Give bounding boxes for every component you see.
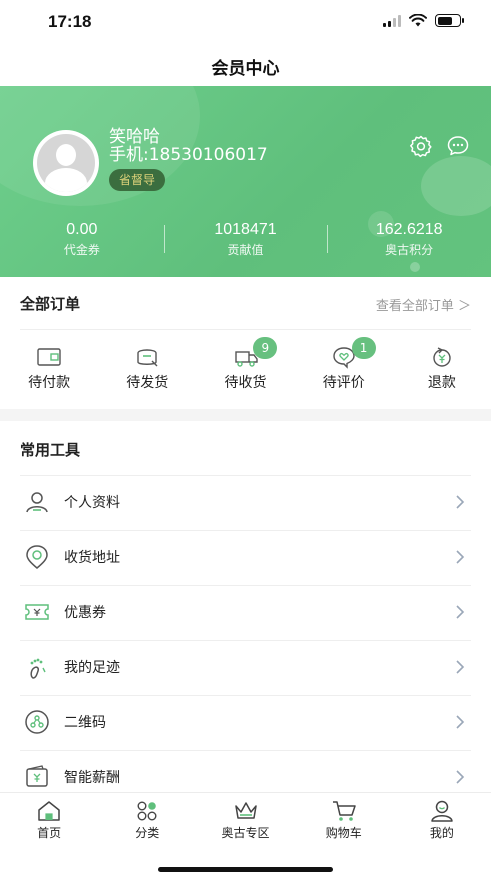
box-icon [137,349,158,367]
chevron-right-icon [456,660,465,674]
cart-icon [332,801,356,821]
stat-voucher[interactable]: 0.00 代金券 [0,219,164,263]
tab-home[interactable]: 首页 [0,793,98,845]
stat-contribution[interactable]: 1018471 贡献值 [163,219,328,263]
tab-category[interactable]: 分类 [98,793,196,845]
order-status-row: 待付款 待发货 待收货 9 待评价 1 退款 [0,337,491,399]
stat-label: 代金券 [63,243,100,257]
tools-title: 常用工具 [20,441,81,459]
stats-row: 0.00 代金券 1018471 贡献值 162.6218 奥古积分 [0,219,491,263]
tab-label: 分类 [135,826,160,840]
nav-bar: 会员中心 [0,46,491,86]
coupon-icon [25,604,49,620]
home-indicator [158,867,333,872]
qrcode-icon [25,710,49,734]
count-badge: 9 [253,337,278,359]
orders-title: 全部订单 [20,295,81,313]
role-badge: 省督导 [109,169,166,191]
stat-value: 0.00 [66,221,98,238]
message-icon[interactable] [446,134,470,158]
tab-mine[interactable]: 我的 [393,793,491,845]
divider [20,329,471,330]
profile-icon [431,800,453,822]
chevron-right-icon [456,715,465,729]
stat-label: 贡献值 [227,243,264,257]
wallet-icon [37,348,61,366]
order-label: 待收货 [224,375,267,391]
tab-label: 我的 [429,826,454,840]
footprint-icon [30,658,46,679]
avatar[interactable] [33,130,99,196]
chevron-right-icon [456,550,465,564]
signal-icon [383,14,401,27]
section-spacer [0,409,491,421]
status-time: 17:18 [48,12,92,31]
tool-row-profile[interactable]: 个人资料 [0,475,491,529]
order-refund[interactable]: 退款 [393,339,491,399]
tab-cart[interactable]: 购物车 [295,793,393,845]
tab-label: 奥古专区 [221,826,270,840]
tool-label: 个人资料 [64,495,120,511]
order-label: 待付款 [28,375,71,391]
tab-label: 购物车 [325,826,362,840]
view-all-orders-link[interactable]: 查看全部订单 ＞ [376,295,471,314]
tool-label: 优惠券 [64,605,106,621]
tool-row-address[interactable]: 收货地址 [0,530,491,584]
decoration-circle [410,262,420,272]
chevron-right-icon [456,605,465,619]
order-label: 待发货 [126,375,169,391]
chevron-right-icon [456,495,465,509]
location-icon [26,545,48,569]
tool-label: 智能薪酬 [64,770,120,786]
tab-label: 首页 [37,826,62,840]
status-icons [383,14,464,27]
tool-label: 收货地址 [64,550,120,566]
category-icon [137,801,157,821]
bottom-tab-bar: 首页 分类 奥古专区 购物车 我的 [0,792,491,877]
tools-section: 常用工具 个人资料 收货地址 优惠券 我的足迹 二维码 智能薪酬 [0,421,491,792]
order-pending-review[interactable]: 待评价 1 [295,337,393,399]
battery-icon [435,14,464,27]
tool-row-qrcode[interactable]: 二维码 [0,695,491,749]
page-title: 会员中心 [211,58,280,79]
member-center-page: 17:18 会员中心 笑哈哈 手机:18530106017 省督导 0.00 代… [0,0,491,877]
refund-icon [433,347,451,367]
order-label: 退款 [427,375,456,391]
tab-aogu-zone[interactable]: 奥古专区 [196,793,294,845]
salary-wallet-icon [26,765,48,787]
tool-row-footprint[interactable]: 我的足迹 [0,640,491,694]
status-bar: 17:18 [0,0,491,46]
home-icon [38,801,60,821]
tool-label: 我的足迹 [64,660,120,676]
tool-label: 二维码 [64,715,106,731]
gear-icon[interactable] [409,134,433,158]
count-badge: 1 [351,337,376,359]
stat-label: 奥古积分 [385,243,434,257]
stat-points[interactable]: 162.6218 奥古积分 [327,219,491,263]
wifi-icon [409,14,427,27]
orders-header: 全部订单 查看全部订单 ＞ [20,293,471,317]
member-header: 笑哈哈 手机:18530106017 省督导 0.00 代金券 1018471 … [0,86,491,277]
user-icon [26,492,48,513]
stat-value: 162.6218 [375,221,443,238]
tool-row-coupon[interactable]: 优惠券 [0,585,491,639]
avatar-placeholder-icon [37,134,95,192]
stat-value: 1018471 [214,221,277,238]
orders-section: 全部订单 查看全部订单 ＞ 待付款 待发货 待收货 9 待评价 1 退款 [0,277,491,409]
order-pending-payment[interactable]: 待付款 [0,339,98,399]
user-phone: 手机:18530106017 [109,145,268,165]
tabs: 首页 分类 奥古专区 购物车 我的 [0,793,491,845]
order-pending-shipment[interactable]: 待发货 [98,339,196,399]
crown-icon [234,802,257,819]
order-pending-receipt[interactable]: 待收货 9 [196,337,294,399]
order-label: 待评价 [322,375,365,391]
decoration-circle [421,156,491,216]
chevron-right-icon [456,770,465,784]
